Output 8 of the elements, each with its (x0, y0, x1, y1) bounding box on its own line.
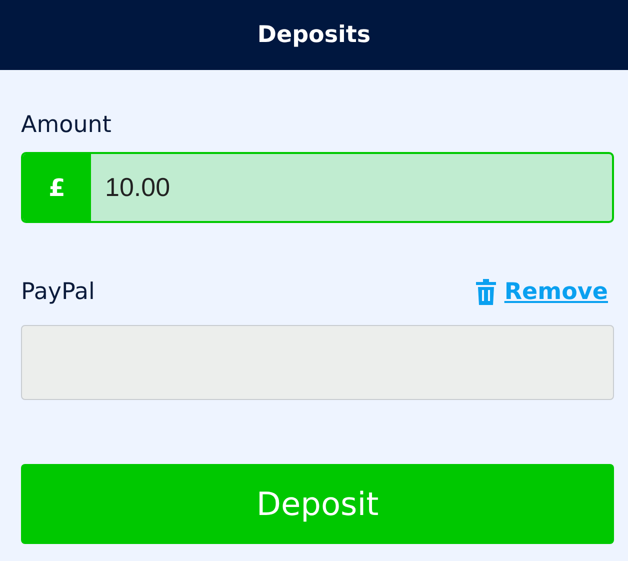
currency-symbol: £ (23, 154, 91, 221)
amount-input[interactable]: 10.00 (91, 154, 612, 221)
trash-icon[interactable] (476, 279, 496, 305)
amount-field[interactable]: £ 10.00 (21, 152, 614, 223)
paypal-field[interactable] (21, 325, 614, 400)
amount-label: Amount (21, 111, 112, 140)
page-title: Deposits (257, 22, 371, 48)
paypal-label: PayPal (21, 278, 95, 307)
